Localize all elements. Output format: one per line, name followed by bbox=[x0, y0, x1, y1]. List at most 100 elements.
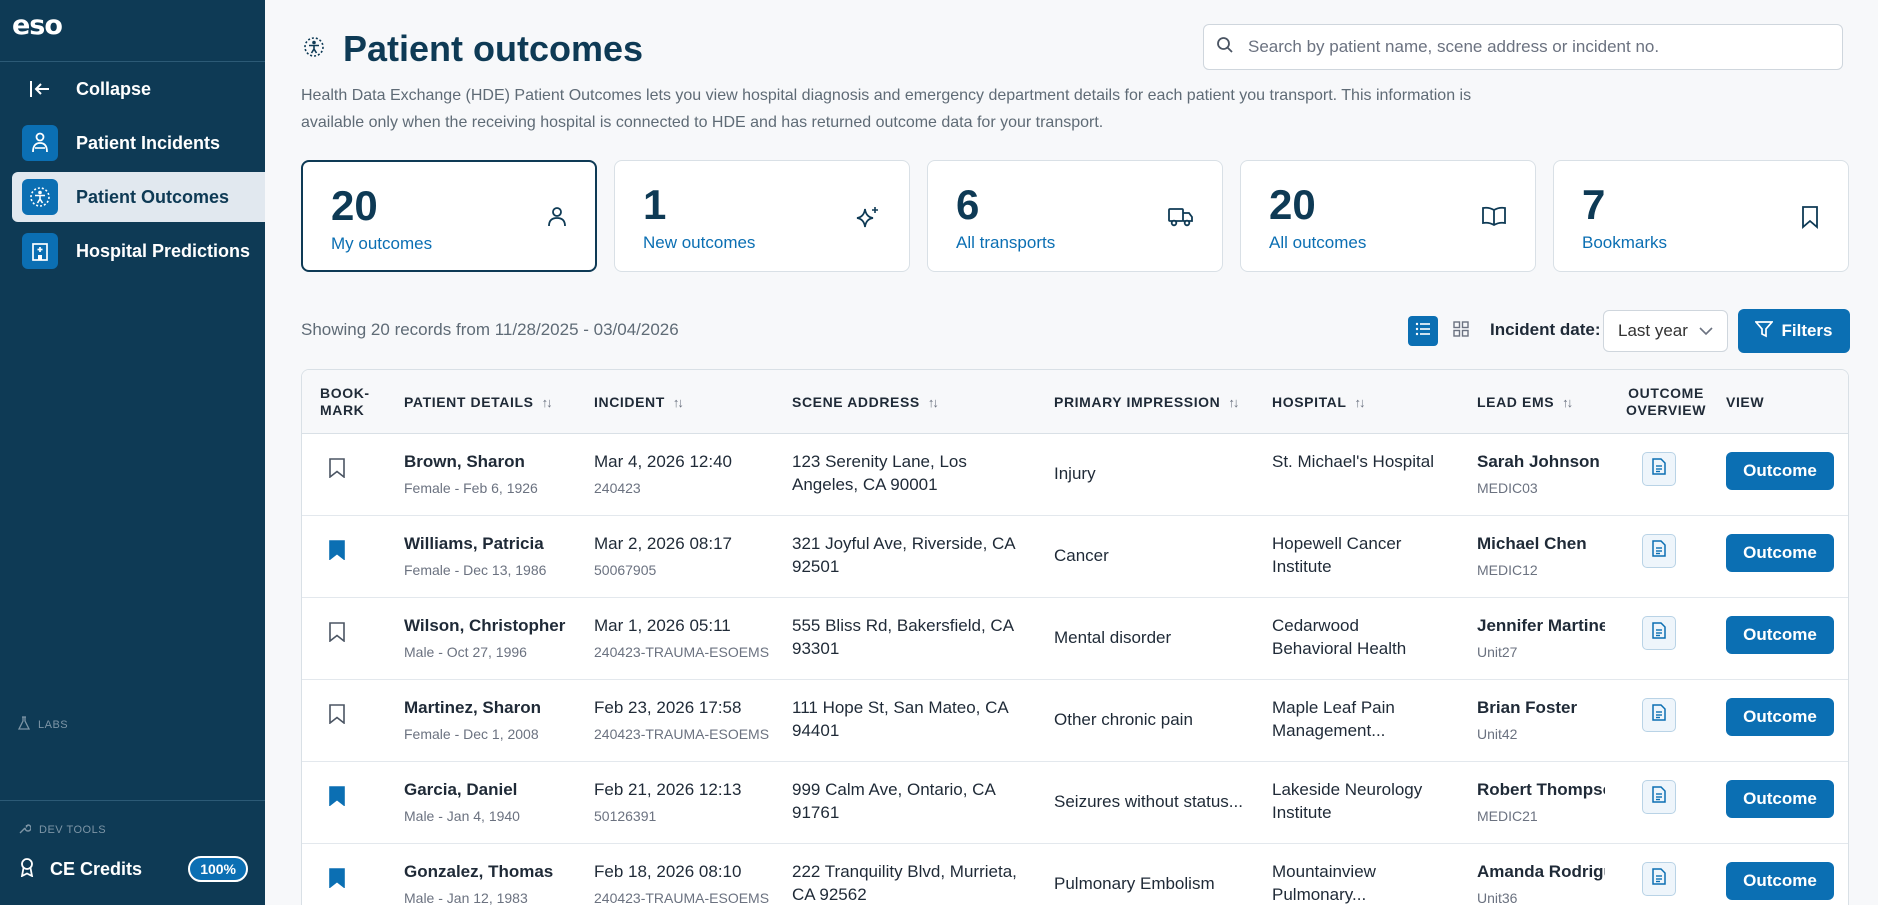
scene-address: 555 Bliss Rd, Bakersfield, CA 93301 bbox=[792, 614, 1042, 660]
incident-date: Feb 23, 2026 17:58 bbox=[594, 698, 742, 717]
ce-credits-label: CE Credits bbox=[50, 858, 143, 879]
outcome-overview-button[interactable] bbox=[1642, 698, 1676, 732]
patient-demographics: Female - Feb 6, 1926 bbox=[404, 480, 538, 496]
incident-date: Mar 1, 2026 05:11 bbox=[594, 616, 731, 635]
scene-address-line1: 321 Joyful Ave, Riverside, CA bbox=[792, 534, 1016, 553]
scene-address-line1: 555 Bliss Rd, Bakersfield, CA bbox=[792, 616, 1015, 635]
scene-address: 321 Joyful Ave, Riverside, CA 92501 bbox=[792, 532, 1042, 578]
patient-incidents-icon bbox=[22, 125, 58, 161]
patient-name[interactable]: Williams, Patricia bbox=[404, 534, 544, 553]
bookmark-icon[interactable] bbox=[328, 540, 346, 565]
col-hospital[interactable]: HOSPITAL ↑↓ bbox=[1272, 370, 1366, 434]
col-view: VIEW bbox=[1726, 393, 1765, 410]
col-scene-address[interactable]: SCENE ADDRESS ↑↓ bbox=[792, 370, 939, 434]
col-bookmark: BOOK- MARK bbox=[320, 385, 370, 418]
collapse-button[interactable]: Collapse bbox=[12, 64, 265, 114]
lead-ems-unit: Unit42 bbox=[1477, 726, 1518, 742]
card-bookmarks[interactable]: 7 Bookmarks bbox=[1553, 160, 1849, 272]
patient-name[interactable]: Martinez, Sharon bbox=[404, 698, 541, 717]
outcome-button-label: Outcome bbox=[1743, 707, 1817, 726]
outcome-button[interactable]: Outcome bbox=[1726, 780, 1834, 818]
incident-details: Mar 1, 2026 05:11 240423-TRAUMA-ESOEMS bbox=[594, 614, 779, 664]
bookmark-icon[interactable] bbox=[328, 868, 346, 893]
table-row[interactable]: Wilson, Christopher Male - Oct 27, 1996 … bbox=[302, 598, 1848, 680]
list-view-button[interactable] bbox=[1408, 316, 1438, 346]
scene-address-line2: CA 92562 bbox=[792, 885, 867, 904]
filters-button[interactable]: Filters bbox=[1738, 309, 1850, 353]
col-primary-impression[interactable]: PRIMARY IMPRESSION ↑↓ bbox=[1054, 370, 1239, 434]
sidebar-item-hospital-predictions[interactable]: Hospital Predictions bbox=[12, 226, 265, 276]
bookmark-icon[interactable] bbox=[328, 458, 346, 483]
col-incident[interactable]: INCIDENT ↑↓ bbox=[594, 370, 684, 434]
bookmark-icon[interactable] bbox=[328, 704, 346, 729]
outcome-button[interactable]: Outcome bbox=[1726, 452, 1834, 490]
sidebar-item-patient-incidents[interactable]: Patient Incidents bbox=[12, 118, 265, 168]
grid-view-button[interactable] bbox=[1446, 316, 1476, 346]
col-lead-ems[interactable]: LEAD EMS ↑↓ bbox=[1477, 370, 1573, 434]
patient-name[interactable]: Garcia, Daniel bbox=[404, 780, 517, 799]
outcome-button-label: Outcome bbox=[1743, 461, 1817, 480]
incident-number: 50126391 bbox=[594, 808, 657, 824]
card-value: 1 bbox=[643, 181, 667, 228]
document-icon bbox=[1652, 704, 1666, 726]
patient-demographics: Male - Oct 27, 1996 bbox=[404, 644, 527, 660]
patient-name[interactable]: Gonzalez, Thomas bbox=[404, 862, 553, 881]
lead-ems-unit: MEDIC21 bbox=[1477, 808, 1538, 824]
page-description: Health Data Exchange (HDE) Patient Outco… bbox=[301, 87, 1472, 131]
card-new-outcomes[interactable]: 1 New outcomes bbox=[614, 160, 910, 272]
card-all-outcomes[interactable]: 20 All outcomes bbox=[1240, 160, 1536, 272]
table-row[interactable]: Martinez, Sharon Female - Dec 1, 2008 Fe… bbox=[302, 680, 1848, 762]
table-row[interactable]: Brown, Sharon Female - Feb 6, 1926 Mar 4… bbox=[302, 434, 1848, 516]
patient-details: Williams, Patricia Female - Dec 13, 1986 bbox=[404, 532, 584, 582]
sidebar-item-patient-outcomes[interactable]: Patient Outcomes bbox=[12, 172, 265, 222]
bookmark-icon[interactable] bbox=[328, 622, 346, 647]
scene-address-line2: 92501 bbox=[792, 557, 840, 576]
outcome-button-label: Outcome bbox=[1743, 543, 1817, 562]
lead-ems-unit: Unit36 bbox=[1477, 890, 1518, 905]
card-all-transports[interactable]: 6 All transports bbox=[927, 160, 1223, 272]
patient-details: Gonzalez, Thomas Male - Jan 12, 1983 bbox=[404, 860, 584, 905]
search-input[interactable] bbox=[1248, 37, 1828, 57]
ce-credits-item[interactable]: CE Credits 100% bbox=[18, 856, 248, 882]
search-box[interactable] bbox=[1203, 24, 1843, 70]
hospital-name: Hopewell Cancer Institute bbox=[1272, 532, 1472, 578]
search-icon bbox=[1216, 36, 1234, 59]
incident-details: Mar 2, 2026 08:17 50067905 bbox=[594, 532, 779, 582]
outcome-overview-button[interactable] bbox=[1642, 780, 1676, 814]
scene-address: 999 Calm Ave, Ontario, CA 91761 bbox=[792, 778, 1042, 824]
outcome-overview-button[interactable] bbox=[1642, 862, 1676, 896]
lead-ems: Jennifer Martinez Unit27 bbox=[1477, 614, 1605, 664]
outcome-overview-button[interactable] bbox=[1642, 452, 1676, 486]
incident-date-select[interactable]: Last year bbox=[1603, 310, 1728, 352]
page-title: Patient outcomes bbox=[343, 28, 644, 69]
incident-date: Mar 2, 2026 08:17 bbox=[594, 534, 732, 553]
incident-details: Feb 18, 2026 08:10 240423-TRAUMA-ESOEMS bbox=[594, 860, 779, 905]
hospital-line2: Institute bbox=[1272, 803, 1332, 822]
collapse-arrow-icon bbox=[22, 71, 58, 107]
hospital-line2: Pulmonary... bbox=[1272, 885, 1367, 904]
outcome-button[interactable]: Outcome bbox=[1726, 698, 1834, 736]
patient-name[interactable]: Brown, Sharon bbox=[404, 452, 525, 471]
incident-date-label: Incident date: bbox=[1490, 320, 1601, 339]
sidebar-item-label: Hospital Predictions bbox=[76, 240, 251, 261]
patient-demographics: Male - Jan 4, 1940 bbox=[404, 808, 520, 824]
sort-icon: ↑↓ bbox=[541, 394, 553, 410]
table-row[interactable]: Williams, Patricia Female - Dec 13, 1986… bbox=[302, 516, 1848, 598]
card-value: 7 bbox=[1582, 181, 1606, 228]
lead-ems: Michael Chen MEDIC12 bbox=[1477, 532, 1605, 582]
outcome-button[interactable]: Outcome bbox=[1726, 862, 1834, 900]
lead-ems: Amanda Rodriguez Unit36 bbox=[1477, 860, 1605, 905]
col-patient-details[interactable]: PATIENT DETAILS ↑↓ bbox=[404, 370, 553, 434]
outcome-overview-button[interactable] bbox=[1642, 534, 1676, 568]
outcome-button[interactable]: Outcome bbox=[1726, 534, 1834, 572]
patient-name[interactable]: Wilson, Christopher bbox=[404, 616, 565, 635]
bookmark-icon[interactable] bbox=[328, 786, 346, 811]
card-my-outcomes[interactable]: 20 My outcomes bbox=[301, 160, 597, 272]
table-row[interactable]: Garcia, Daniel Male - Jan 4, 1940 Feb 21… bbox=[302, 762, 1848, 844]
outcome-button[interactable]: Outcome bbox=[1726, 616, 1834, 654]
outcome-overview-button[interactable] bbox=[1642, 616, 1676, 650]
table-row[interactable]: Gonzalez, Thomas Male - Jan 12, 1983 Feb… bbox=[302, 844, 1848, 905]
document-icon bbox=[1652, 540, 1666, 562]
card-label: Bookmarks bbox=[1582, 233, 1668, 252]
records-summary: Showing 20 records from 11/28/2025 - 03/… bbox=[301, 320, 679, 339]
